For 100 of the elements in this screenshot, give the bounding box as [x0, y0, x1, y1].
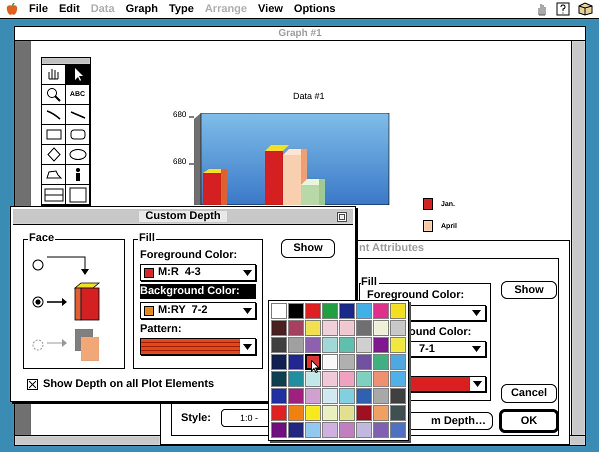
color-popup[interactable]: M:R 4-3: [140, 264, 256, 281]
zoom-box-icon[interactable]: [337, 212, 347, 222]
color-swatch[interactable]: [271, 337, 287, 353]
box-icon[interactable]: [578, 2, 593, 16]
color-swatch[interactable]: [339, 405, 355, 421]
pattern-popup[interactable]: [408, 376, 486, 392]
color-swatch[interactable]: [390, 371, 406, 387]
menu-item[interactable]: Graph: [126, 4, 158, 14]
color-swatch[interactable]: [305, 388, 321, 404]
color-swatch[interactable]: [356, 422, 372, 438]
radio-button[interactable]: [32, 259, 44, 271]
dialog-title: nt Attributes: [359, 243, 424, 254]
color-swatch[interactable]: [271, 388, 287, 404]
color-swatch[interactable]: [305, 320, 321, 336]
color-swatch[interactable]: [373, 320, 389, 336]
ok-button[interactable]: OK: [499, 409, 559, 433]
color-swatch[interactable]: [288, 337, 304, 353]
color-swatch[interactable]: [322, 371, 338, 387]
menu-item[interactable]: Options: [294, 4, 336, 14]
vertical-scrollbar[interactable]: [571, 41, 585, 435]
color-swatch[interactable]: [288, 422, 304, 438]
color-swatch[interactable]: [373, 422, 389, 438]
menu-item[interactable]: View: [258, 4, 283, 14]
help-icon[interactable]: [556, 2, 570, 16]
hand-icon[interactable]: [536, 2, 548, 16]
color-swatch[interactable]: [390, 320, 406, 336]
axis-label: 680: [173, 111, 186, 119]
color-swatch[interactable]: [322, 354, 338, 370]
color-swatch[interactable]: [339, 354, 355, 370]
color-swatch[interactable]: [390, 337, 406, 353]
color-swatch[interactable]: [288, 320, 304, 336]
menu-item[interactable]: Type: [168, 4, 194, 14]
color-swatch[interactable]: [305, 303, 321, 319]
color-swatch[interactable]: [322, 337, 338, 353]
show-button[interactable]: Show: [281, 239, 335, 258]
color-swatch[interactable]: [390, 303, 406, 319]
color-swatch[interactable]: [373, 388, 389, 404]
color-swatch[interactable]: [373, 405, 389, 421]
color-swatch[interactable]: [356, 388, 372, 404]
color-swatch[interactable]: [305, 422, 321, 438]
color-swatch[interactable]: [271, 422, 287, 438]
color-swatch[interactable]: [271, 371, 287, 387]
pattern-popup[interactable]: [140, 338, 256, 355]
show-button[interactable]: Show: [501, 281, 557, 299]
color-swatch[interactable]: [271, 354, 287, 370]
color-swatch[interactable]: [271, 320, 287, 336]
color-swatch[interactable]: [322, 303, 338, 319]
color-swatch[interactable]: [339, 422, 355, 438]
color-swatch[interactable]: [390, 354, 406, 370]
color-swatch[interactable]: [390, 422, 406, 438]
popup-value: M:RY 7-2: [158, 305, 209, 316]
color-swatch[interactable]: [356, 303, 372, 319]
popup-value: M:R 4-3: [158, 267, 202, 278]
color-swatch[interactable]: [322, 422, 338, 438]
color-popup[interactable]: [408, 305, 486, 321]
color-swatch[interactable]: [373, 303, 389, 319]
apple-icon[interactable]: [6, 2, 18, 16]
color-swatch[interactable]: [322, 405, 338, 421]
color-swatch[interactable]: [390, 405, 406, 421]
color-swatch[interactable]: [339, 388, 355, 404]
color-swatch[interactable]: [339, 371, 355, 387]
color-swatch[interactable]: [356, 337, 372, 353]
color-swatch[interactable]: [271, 303, 287, 319]
radio-button[interactable]: [32, 296, 44, 308]
chart-title: Data #1: [293, 92, 325, 101]
color-swatch[interactable]: [373, 371, 389, 387]
color-swatch[interactable]: [339, 303, 355, 319]
color-swatch[interactable]: [305, 371, 321, 387]
color-swatch[interactable]: [356, 320, 372, 336]
field-label: Pattern:: [140, 324, 183, 335]
color-swatch[interactable]: [305, 337, 321, 353]
color-swatch[interactable]: [288, 354, 304, 370]
mouse-pointer-icon: [311, 360, 320, 373]
color-swatch[interactable]: [356, 354, 372, 370]
color-swatch[interactable]: [288, 303, 304, 319]
menu-item[interactable]: File: [29, 4, 48, 14]
color-swatch[interactable]: [356, 371, 372, 387]
color-swatch[interactable]: [322, 388, 338, 404]
color-swatch[interactable]: [322, 320, 338, 336]
color-swatch[interactable]: [339, 337, 355, 353]
color-swatch[interactable]: [288, 371, 304, 387]
field-label: Background Color:: [140, 284, 256, 299]
color-swatch[interactable]: [339, 320, 355, 336]
color-swatch[interactable]: [373, 354, 389, 370]
field-value: 1:0 -: [240, 414, 258, 422]
color-swatch[interactable]: [356, 405, 372, 421]
color-swatch[interactable]: [305, 405, 321, 421]
color-popup[interactable]: M:RY 7-2: [140, 302, 256, 319]
color-popup[interactable]: 7-1: [408, 341, 486, 357]
color-swatch[interactable]: [288, 388, 304, 404]
group-title: Fill: [361, 277, 379, 288]
menu-item[interactable]: Edit: [58, 4, 80, 14]
checkbox[interactable]: [27, 379, 38, 390]
color-swatch[interactable]: [373, 337, 389, 353]
color-swatch[interactable]: [390, 388, 406, 404]
cancel-button[interactable]: Cancel: [501, 384, 557, 403]
field-label: Style:: [181, 413, 211, 424]
dropdown-arrow-icon: [243, 344, 252, 350]
color-swatch[interactable]: [271, 405, 287, 421]
color-swatch[interactable]: [288, 405, 304, 421]
